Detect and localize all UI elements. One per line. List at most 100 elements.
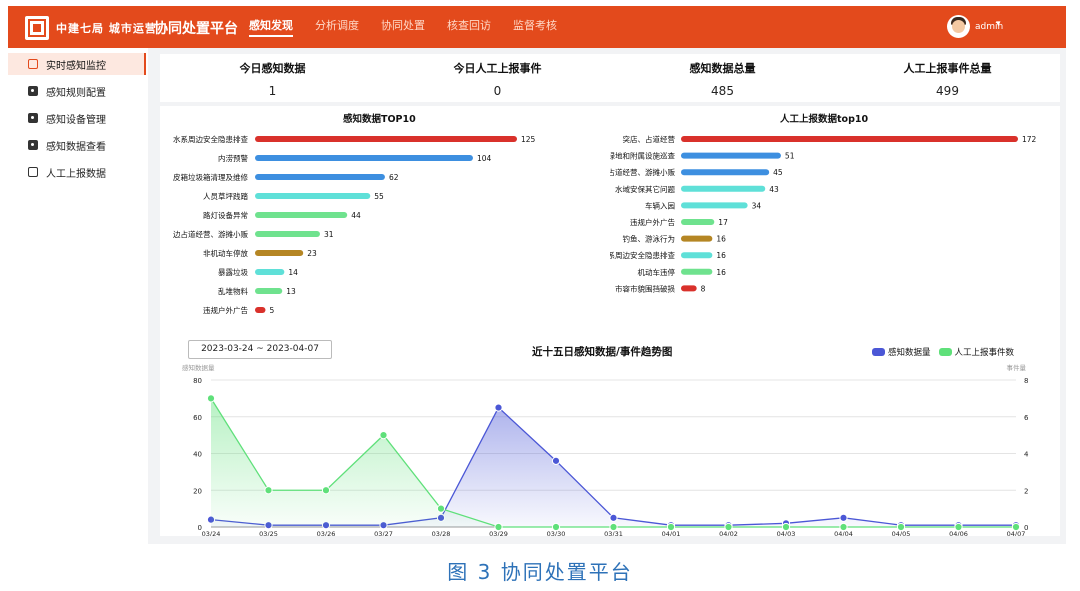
bar (255, 174, 385, 180)
bar-value-label: 8 (701, 284, 706, 293)
bar (681, 219, 715, 225)
nav-tab-perception[interactable]: 感知发现 (249, 6, 293, 37)
bar-value-label: 17 (718, 218, 728, 227)
app-title: 协同处置平台 (154, 21, 238, 37)
bar (255, 269, 285, 275)
data-point (264, 486, 273, 495)
bar-value-label: 34 (752, 201, 762, 210)
stat-today-manual: 今日人工上报事件 0 (385, 60, 610, 98)
stat-value: 1 (268, 84, 277, 98)
bar-value-label: 104 (477, 154, 492, 163)
bar (681, 285, 697, 292)
trend-panel: 2023-03-24 ~ 2023-04-07 近十五日感知数据/事件趋势图 感… (160, 338, 1060, 536)
caret-down-icon[interactable]: ▾ (996, 19, 1001, 29)
stat-label: 今日感知数据 (239, 62, 306, 75)
stat-total-perception: 感知数据总量 485 (610, 60, 835, 98)
sidebar-item-device-manage[interactable]: 感知设备管理 (8, 107, 146, 129)
bar-value-label: 31 (324, 230, 334, 239)
y-tick-label-left: 20 (193, 487, 202, 495)
data-point (839, 522, 848, 532)
x-tick-label: 03/27 (374, 530, 393, 536)
perception-top10-chart: 水系周边安全隐患排查 125内涝预警 104皮箱垃圾箱清理及维修 62人员草坪践踏 55… (173, 134, 536, 315)
data-point (494, 403, 503, 412)
stat-total-manual: 人工上报事件总量 499 (835, 60, 1060, 98)
bar (255, 193, 371, 199)
data-point (494, 522, 503, 532)
sidebar-item-label: 感知规则配置 (46, 87, 106, 99)
bar (255, 250, 304, 256)
bar-category-label: 边占道经营、游摊小贩 (173, 229, 248, 239)
y-tick-label-right: 8 (1024, 377, 1028, 385)
bar-category-label: 违规户外广告 (630, 217, 675, 227)
data-point (206, 394, 216, 403)
user-avatar[interactable] (947, 15, 970, 38)
sidebar-item-data-view[interactable]: 感知数据查看 (8, 134, 146, 156)
bar-value-label: 45 (773, 168, 783, 177)
app-window: 中建七局 城市运营 协同处置平台 感知发现 分析调度 协同处置 核查回访 监督考… (8, 6, 1066, 544)
bar-category-label: 水系周边安全隐患排查 (173, 134, 248, 144)
org-name: 中建七局 城市运营 (56, 22, 157, 35)
bar-category-label: 人员草坪践踏 (203, 191, 248, 201)
y-axis-title-left: 感知数据量 (182, 363, 215, 372)
bar (255, 155, 473, 161)
stat-label: 人工上报事件总量 (903, 62, 992, 75)
data-point (436, 504, 446, 513)
bar (255, 288, 283, 294)
stat-value: 0 (493, 84, 502, 98)
bar-category-label: 违规户外广告 (203, 305, 248, 315)
bar-value-label: 16 (716, 251, 726, 260)
data-point (839, 513, 848, 522)
bar-category-label: 皮箱垃圾箱清理及维修 (173, 172, 248, 182)
data-point (321, 486, 331, 495)
bar-category-label: 内涝预警 (218, 153, 248, 163)
manual-top10-chart: 突店、占道经营 172 属绿地和附属设施巡查 51 边占道经营、游摊小贩 45 水域安保其它… (610, 134, 1037, 293)
trend-chart: 感知数据量 事件量0204060800246803/24 03/25 03/26 03/… (182, 363, 1029, 536)
nav-tab-supervision[interactable]: 监督考核 (513, 6, 557, 48)
bar (255, 212, 348, 218)
data-point (781, 522, 791, 532)
stat-value: 499 (936, 84, 959, 98)
stat-label: 感知数据总量 (689, 62, 756, 75)
x-tick-label: 03/24 (202, 530, 221, 536)
stat-value: 485 (711, 84, 734, 98)
device-icon (28, 113, 38, 123)
x-tick-label: 03/25 (259, 530, 278, 536)
bar-category-label: 市容市貌围挡破损 (615, 283, 675, 293)
bar (681, 252, 713, 259)
data-point (1011, 522, 1021, 532)
data-point (379, 431, 388, 440)
report-icon (28, 167, 38, 177)
bar-category-label: 暴露垃圾 (218, 267, 248, 277)
sidebar-item-rule-config[interactable]: 感知规则配置 (8, 80, 146, 102)
bar (681, 268, 713, 275)
nav-tab-collaboration[interactable]: 协同处置 (381, 6, 425, 48)
data-point (724, 522, 733, 532)
sidebar-item-manual-report[interactable]: 人工上报数据 (8, 161, 146, 183)
bar (681, 235, 713, 242)
bar (681, 202, 748, 209)
bar (255, 136, 517, 142)
monitor-icon (28, 59, 38, 69)
data-point (609, 522, 618, 532)
series-area (211, 398, 1016, 527)
bar-category-label: 突店、占道经营 (623, 134, 676, 144)
sidebar-item-realtime-monitor[interactable]: 实时感知监控 (8, 53, 146, 75)
bar-value-label: 16 (716, 268, 726, 277)
data-point (954, 522, 963, 532)
nav-tab-verification[interactable]: 核查回访 (447, 6, 491, 48)
stat-today-perception: 今日感知数据 1 (160, 60, 385, 98)
data-view-icon (28, 140, 38, 150)
bar-value-label: 55 (374, 192, 384, 201)
bar-value-label: 43 (769, 185, 779, 194)
bar-category-label: 路灯设备异常 (203, 210, 248, 220)
y-axis-title-right: 事件量 (1007, 363, 1027, 372)
bar-category-label: 边占道经营、游摊小贩 (610, 167, 675, 177)
nav-tab-analysis[interactable]: 分析调度 (315, 6, 359, 48)
data-point (609, 513, 618, 522)
company-logo (25, 16, 49, 40)
bar-value-label: 62 (389, 173, 399, 182)
stats-panel: 今日感知数据 1 今日人工上报事件 0 感知数据总量 485 人工上报事件总量 … (160, 54, 1060, 102)
top10-panel: 感知数据TOP10 人工上报数据top10 水系周边安全隐患排查 125 内涝预警 1… (160, 106, 1060, 338)
sidebar: 实时感知监控 感知规则配置 感知设备管理 感知数据查看 人工上报数据 (8, 48, 148, 544)
bar-value-label: 5 (269, 306, 274, 315)
